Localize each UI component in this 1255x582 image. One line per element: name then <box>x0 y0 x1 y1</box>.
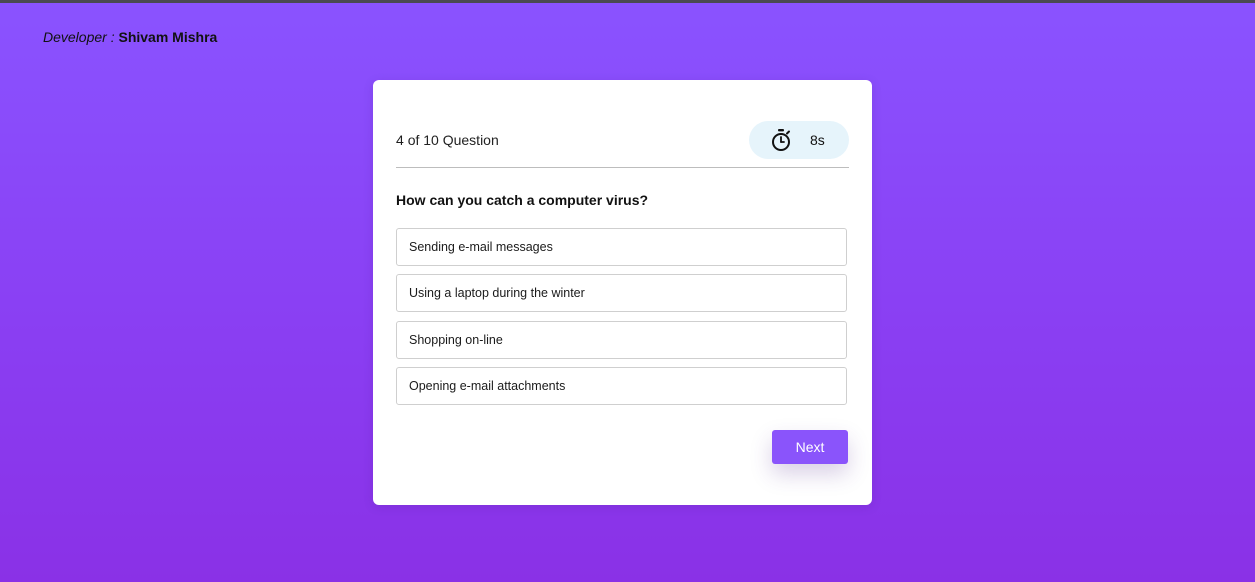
answer-option-label: Opening e-mail attachments <box>409 379 566 393</box>
answer-option-3[interactable]: Shopping on-line <box>396 321 847 359</box>
current-question-number: 4 <box>396 132 404 148</box>
answer-option-4[interactable]: Opening e-mail attachments <box>396 367 847 405</box>
timer-badge: 8s <box>749 121 849 159</box>
answer-option-label: Shopping on-line <box>409 333 503 347</box>
stopwatch-icon <box>772 129 790 151</box>
question-text: How can you catch a computer virus? <box>396 192 649 208</box>
question-counter-suffix: of 10 Question <box>407 132 499 148</box>
answer-option-label: Sending e-mail messages <box>409 240 553 254</box>
answer-option-2[interactable]: Using a laptop during the winter <box>396 274 847 312</box>
next-button[interactable]: Next <box>772 430 848 464</box>
quiz-card: 4 of 10 Question 8s How can you catch a … <box>373 80 872 505</box>
answer-option-label: Using a laptop during the winter <box>409 286 585 300</box>
developer-credit: Developer : Shivam Mishra <box>43 29 217 45</box>
top-bar <box>0 0 1255 3</box>
question-counter: 4 of 10 Question <box>396 132 499 148</box>
developer-label: Developer : <box>43 29 115 45</box>
answer-option-1[interactable]: Sending e-mail messages <box>396 228 847 266</box>
developer-name: Shivam Mishra <box>118 29 218 45</box>
header-divider <box>396 167 849 168</box>
timer-value: 8s <box>810 132 825 148</box>
